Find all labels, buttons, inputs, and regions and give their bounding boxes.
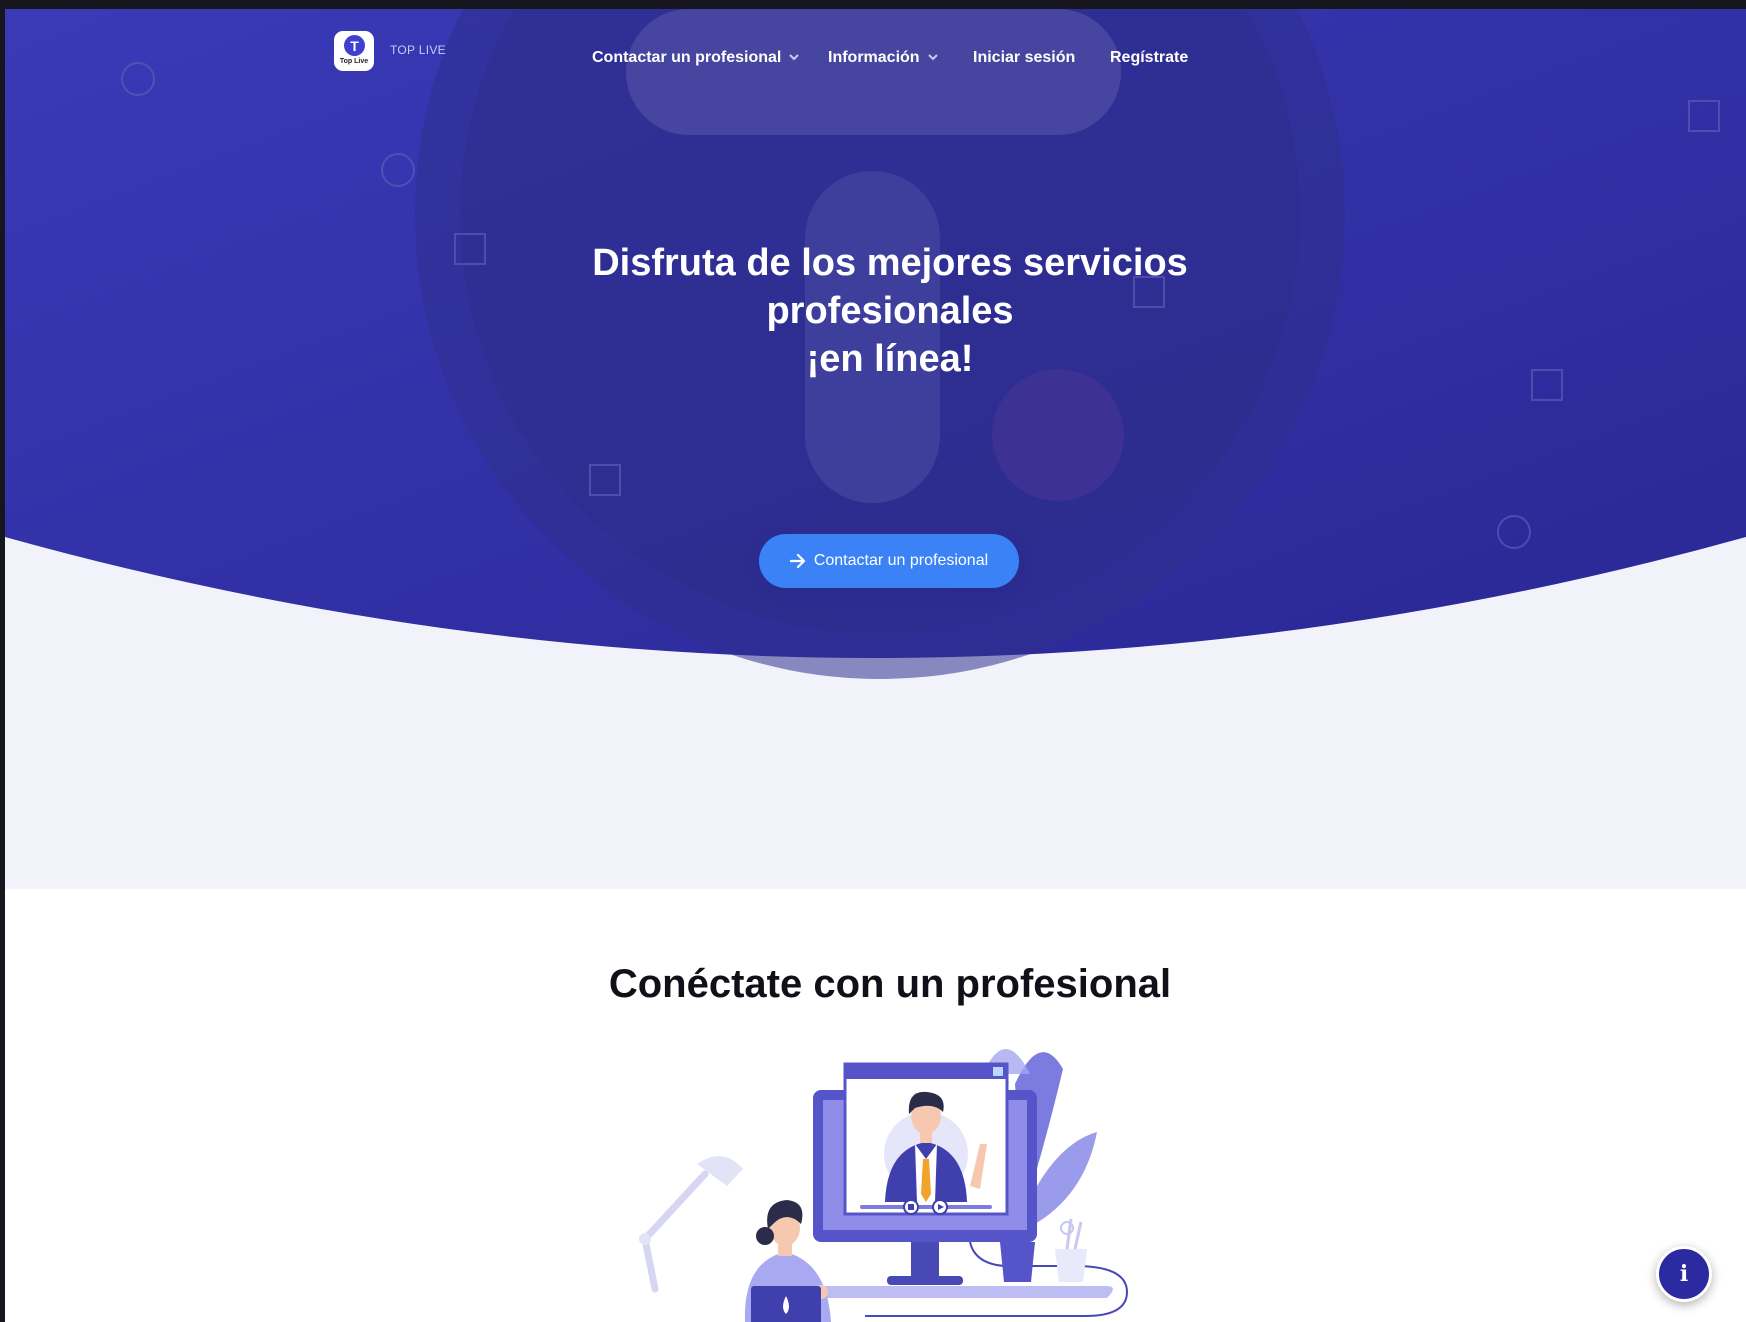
logo-caption: Top Live: [339, 58, 369, 65]
cta-label: Contactar un profesional: [813, 552, 989, 569]
nav-info-label: Información: [828, 49, 920, 66]
nav-contact-professional[interactable]: Contactar un profesional: [592, 49, 800, 67]
chevron-down-icon: [789, 53, 800, 60]
hero-title: Disfruta de los mejores servicios profes…: [475, 239, 1305, 383]
connect-title: Conéctate con un profesional: [608, 962, 1172, 1006]
top-navigation: T Top Live TOP LIVE Contactar un profesi…: [5, 9, 1746, 109]
page: T Top Live TOP LIVE Contactar un profesi…: [5, 9, 1746, 1322]
brand-logo[interactable]: T Top Live: [334, 31, 374, 71]
hero-section: T Top Live TOP LIVE Contactar un profesi…: [5, 9, 1746, 889]
hero-title-line2: profesionales: [766, 290, 1014, 332]
chevron-down-icon: [927, 53, 938, 60]
hero-title-line3: ¡en línea!: [806, 338, 974, 380]
nav-contact-label: Contactar un profesional: [592, 49, 782, 66]
arrow-right-icon: [789, 554, 805, 568]
nav-information[interactable]: Información: [828, 49, 938, 67]
info-floating-button[interactable]: i: [1656, 1246, 1712, 1302]
hero-title-line1: Disfruta de los mejores servicios: [592, 242, 1188, 284]
logo-mark: T: [344, 35, 365, 56]
info-icon: i: [1679, 1261, 1689, 1287]
nav-register[interactable]: Regístrate: [1110, 49, 1188, 67]
contact-professional-button[interactable]: Contactar un profesional: [759, 534, 1019, 588]
nav-login[interactable]: Iniciar sesión: [973, 49, 1075, 67]
video-call-illustration: [639, 1049, 1129, 1322]
hero-background: [5, 9, 1746, 679]
brand-name[interactable]: TOP LIVE: [390, 43, 446, 57]
